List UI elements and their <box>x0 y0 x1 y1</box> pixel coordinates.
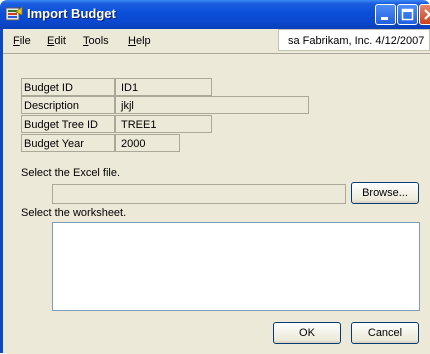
budget-year-label: Budget Year <box>21 134 115 152</box>
ok-button[interactable]: OK <box>273 322 341 344</box>
app-icon <box>6 6 23 21</box>
excel-file-label: Select the Excel file. <box>21 167 121 179</box>
worksheet-label: Select the worksheet. <box>21 207 127 219</box>
budget-id-field[interactable]: ID1 <box>115 78 212 96</box>
budget-year-field[interactable]: 2000 <box>115 134 180 152</box>
menu-file[interactable]: File <box>13 35 31 47</box>
maximize-button[interactable] <box>397 4 418 25</box>
maximize-icon <box>401 8 414 21</box>
budget-tree-id-label: Budget Tree ID <box>21 115 115 133</box>
description-label: Description <box>21 96 115 114</box>
user-company-date-status: sa Fabrikam, Inc. 4/12/2007 <box>278 29 430 51</box>
budget-tree-id-field[interactable]: TREE1 <box>115 115 212 133</box>
close-icon <box>424 9 430 20</box>
description-field[interactable]: jkjl <box>115 96 309 114</box>
minimize-icon <box>381 17 388 20</box>
menu-edit[interactable]: Edit <box>47 35 66 47</box>
browse-button[interactable]: Browse... <box>351 182 419 204</box>
minimize-button[interactable] <box>375 4 396 25</box>
close-button[interactable] <box>419 4 430 25</box>
excel-file-field[interactable] <box>52 184 346 204</box>
window-title: Import Budget <box>27 6 116 21</box>
worksheet-list[interactable] <box>52 222 420 311</box>
status-text: sa Fabrikam, Inc. 4/12/2007 <box>288 35 425 47</box>
menu-tools[interactable]: Tools <box>83 35 109 47</box>
budget-id-label: Budget ID <box>21 78 115 96</box>
menu-help[interactable]: Help <box>128 35 151 47</box>
title-bar[interactable]: Import Budget <box>0 0 430 29</box>
cancel-button[interactable]: Cancel <box>351 322 419 344</box>
